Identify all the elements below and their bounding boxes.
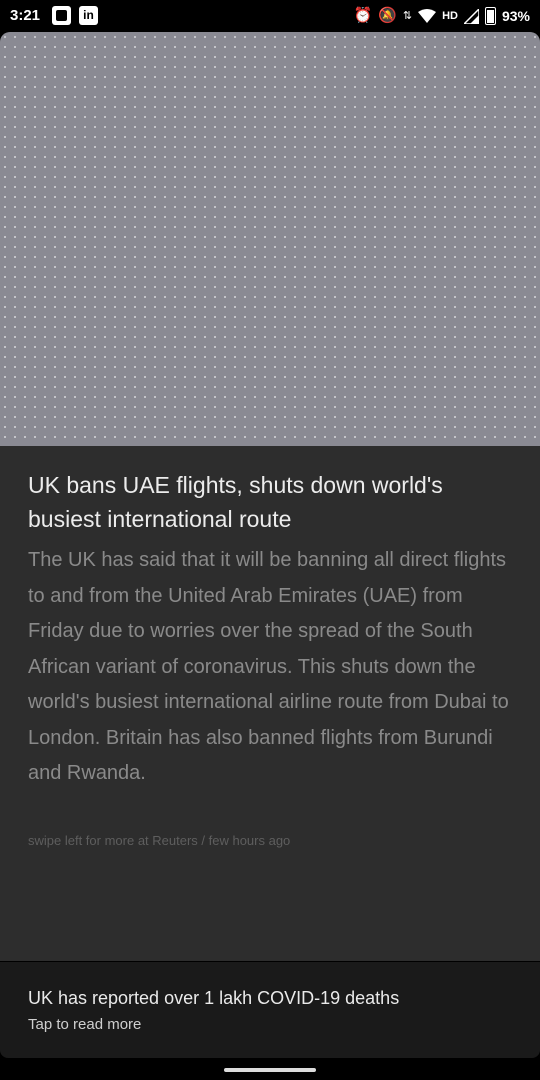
data-arrows-icon: ⇅ xyxy=(402,10,413,22)
wifi-icon xyxy=(418,9,437,23)
news-card[interactable]: UK bans UAE flights, shuts down world's … xyxy=(0,32,540,961)
status-bar: 3:21 in ⏰ 🔕 ⇅ HD 93% xyxy=(0,0,540,32)
read-more-subtitle: Tap to read more xyxy=(28,1016,142,1033)
signal-icon xyxy=(463,8,479,24)
article-source-meta[interactable]: swipe left for more at Reuters / few hou… xyxy=(28,833,290,848)
read-more-title: UK has reported over 1 lakh COVID-19 dea… xyxy=(28,988,400,1008)
status-time: 3:21 xyxy=(10,7,41,24)
alarm-icon: ⏰ xyxy=(353,7,373,24)
article-body: The UK has said that it will be banning … xyxy=(28,549,509,784)
system-icons: ⏰ 🔕 ⇅ HD 93% xyxy=(353,6,530,26)
battery-percent: 93% xyxy=(501,8,530,24)
linkedin-icon: in xyxy=(79,6,98,25)
battery-icon xyxy=(484,7,496,25)
notification-icons: in xyxy=(52,6,98,25)
notification-icon xyxy=(52,6,71,25)
do-not-disturb-icon: 🔕 xyxy=(378,7,397,24)
home-indicator[interactable] xyxy=(224,1068,316,1072)
read-more-panel[interactable]: UK has reported over 1 lakh COVID-19 dea… xyxy=(0,962,540,1058)
article-image-placeholder xyxy=(0,32,540,446)
hd-label: HD xyxy=(442,10,458,22)
article-headline: UK bans UAE flights, shuts down world's … xyxy=(28,472,443,532)
